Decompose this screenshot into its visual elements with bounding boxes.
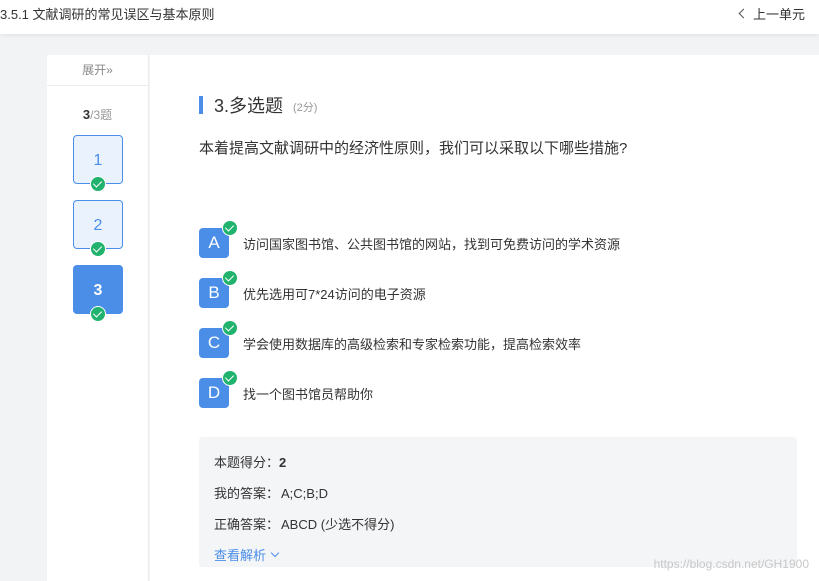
correct-answer-label: 正确答案：: [214, 517, 280, 532]
option-text: 优先选用可7*24访问的电子资源: [243, 286, 426, 302]
option-text: 访问国家图书馆、公共图书馆的网站，找到可免费访问的学术资源: [243, 236, 621, 252]
correct-answer-row: 正确答案： ABCD (少选不得分): [214, 514, 394, 533]
top-bar: 3.5.1 文献调研的常见误区与基本原则 上一单元: [0, 0, 819, 34]
correct-answer-value: ABCD (少选不得分): [281, 517, 395, 532]
answer-panel: 本题得分：2 我的答案： A;C;B;D 正确答案： ABCD (少选不得分) 查看…: [199, 437, 797, 567]
option-letter: D: [199, 370, 238, 408]
my-answer-label: 我的答案：: [214, 486, 280, 501]
option-text: 学会使用数据库的高级检索和专家检索功能，提高检索效率: [243, 336, 582, 352]
prev-unit-button[interactable]: 上一单元: [738, 4, 805, 23]
option-b[interactable]: B 优先选用可7*24访问的电子资源: [199, 270, 426, 308]
option-a[interactable]: A 访问国家图书馆、公共图书馆的网站，找到可免费访问的学术资源: [199, 220, 621, 258]
question-panel: 3.多选题 (2分) 本着提高文献调研中的经济性原则，我们可以采取以下哪些措施?…: [150, 55, 819, 581]
option-letter: C: [199, 320, 238, 358]
watermark: https://blog.csdn.net/GH1900: [653, 557, 809, 571]
question-nav-2[interactable]: 2: [73, 200, 123, 257]
check-icon: [222, 370, 238, 386]
score-value: 2: [279, 455, 287, 470]
option-d[interactable]: D 找一个图书馆员帮助你: [199, 370, 374, 408]
question-counter: 3/3题: [47, 106, 148, 123]
chevron-down-icon: [270, 548, 280, 558]
counter-total: /3题: [90, 108, 113, 122]
check-icon: [222, 320, 238, 336]
check-icon: [222, 220, 238, 236]
option-letter: B: [199, 270, 238, 308]
page-title: 3.5.1 文献调研的常见误区与基本原则: [0, 7, 215, 22]
check-icon: [90, 241, 106, 257]
expand-button[interactable]: 展开»: [47, 55, 148, 86]
view-analysis-label: 查看解析: [214, 548, 267, 563]
question-nav-label: 3: [93, 282, 103, 299]
question-nav-3[interactable]: 3: [73, 265, 123, 322]
score-label: 本题得分：: [214, 455, 280, 470]
question-sidebar: 展开» 3/3题 1 2 3: [47, 55, 149, 581]
my-answer-value: A;C;B;D: [281, 486, 328, 501]
question-nav-label: 2: [93, 217, 103, 234]
view-analysis-link[interactable]: 查看解析: [214, 545, 280, 564]
title-accent-bar: [199, 96, 203, 114]
question-nav-1[interactable]: 1: [73, 135, 123, 192]
score-row: 本题得分：2: [214, 452, 286, 471]
question-stem: 本着提高文献调研中的经济性原则，我们可以采取以下哪些措施?: [199, 140, 628, 157]
my-answer-row: 我的答案： A;C;B;D: [214, 483, 328, 502]
check-icon: [222, 270, 238, 286]
check-icon: [90, 176, 106, 192]
option-letter: A: [199, 220, 238, 258]
question-nav-label: 1: [93, 152, 103, 169]
option-text: 找一个图书馆员帮助你: [243, 386, 374, 402]
question-score: (2分): [293, 101, 318, 114]
prev-unit-label: 上一单元: [752, 7, 805, 22]
question-type-title: 3.多选题: [214, 96, 284, 116]
question-header: 3.多选题 (2分): [199, 95, 318, 116]
option-c[interactable]: C 学会使用数据库的高级检索和专家检索功能，提高检索效率: [199, 320, 582, 358]
check-icon: [90, 306, 106, 322]
chevron-left-icon: [738, 8, 749, 19]
